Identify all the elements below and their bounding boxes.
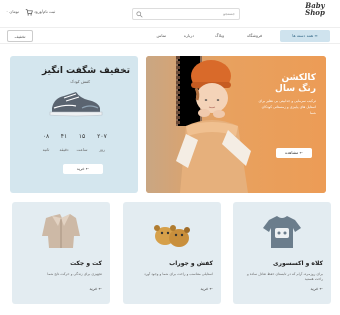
promo-buy-button[interactable]: خرید ← xyxy=(63,164,103,174)
card-title: کلاه و اکسسوری xyxy=(273,260,323,267)
page: Baby Shop جستجو ۰ تومان ثبت نام/ورود همه… xyxy=(0,0,340,315)
account-link[interactable]: ثبت نام/ورود xyxy=(34,9,55,14)
nav-item-contact[interactable]: تماس xyxy=(156,33,166,38)
booties-image xyxy=(154,225,190,247)
card-title: کفش و جوراب xyxy=(169,260,213,267)
cart-icon[interactable] xyxy=(25,8,33,16)
card-description: تجهیزی برای زندگی و حرکت دلخ شما xyxy=(47,272,102,276)
arrow-left-icon: ← xyxy=(98,286,102,291)
hero-button-label: مشاهده xyxy=(285,150,299,155)
hero-view-button[interactable]: مشاهده ← xyxy=(276,148,312,158)
nav-item-about[interactable]: درباره xyxy=(184,33,194,38)
cart-total[interactable]: ۰ تومان xyxy=(6,9,19,14)
card-buy-label: خرید xyxy=(89,286,98,291)
card-buy-link[interactable]: خرید ← xyxy=(310,286,323,291)
arrow-left-icon: ← xyxy=(85,166,90,171)
countdown-minutes-label: دقیقه xyxy=(59,147,69,152)
logo-line2: Shop xyxy=(305,8,325,17)
countdown-hours-label: ساعت xyxy=(76,147,88,152)
discount-button[interactable]: تخفیف xyxy=(7,30,33,42)
nav-item-shop[interactable]: فروشگاه xyxy=(247,33,262,38)
hero-title: کالکشن رنگ سال xyxy=(256,73,316,95)
card-buy-label: خرید xyxy=(310,286,319,291)
search-input[interactable]: جستجو xyxy=(132,8,240,20)
category-card-shoes[interactable]: کفش و جوراب استایلی متناسب و راحت برای ش… xyxy=(123,202,221,304)
tshirt-image xyxy=(263,216,301,248)
countdown-days-label: روز xyxy=(99,147,105,152)
hero-title-line2: رنگ سال xyxy=(275,84,316,94)
main-nav: همه دسته ها ≡ فروشگاه وبلاگ درباره تماس … xyxy=(0,27,340,44)
countdown-minutes-value: ۴۱ xyxy=(60,133,68,140)
countdown-hours-value: ۱۵ xyxy=(78,133,86,140)
card-description: استایلی متناسب و راحت برای شما و وجود آو… xyxy=(144,272,213,276)
card-title: کت و جکت xyxy=(70,260,102,267)
top-header: Baby Shop جستجو ۰ تومان ثبت نام/ورود xyxy=(0,0,340,26)
hero-title-line1: کالکشن xyxy=(281,73,316,83)
jacket-image xyxy=(42,214,80,248)
card-buy-label: خرید xyxy=(200,286,209,291)
arrow-left-icon: ← xyxy=(209,286,213,291)
promo-title: تخفیف شگفت انگیز xyxy=(41,66,130,76)
nav-item-blog[interactable]: وبلاگ xyxy=(215,33,224,38)
card-buy-link[interactable]: خرید ← xyxy=(89,286,102,291)
menu-icon: ≡ xyxy=(314,33,318,38)
hero-description: ترکیب سرمایی و جذابیتی بی نظیر برای استا… xyxy=(258,99,316,115)
promo-card: تخفیف شگفت انگیز کفش کودک ۲۰۷ ۱۵ ۴۱ ۰۸ ر… xyxy=(10,56,138,193)
hero-child-image xyxy=(176,56,251,193)
categories-label: همه دسته ها xyxy=(292,33,314,38)
promo-button-label: خرید xyxy=(76,166,85,171)
card-description: برای روزمره، آرام که در تابستان حفظ تعاد… xyxy=(246,272,323,281)
arrow-left-icon: ← xyxy=(299,150,303,155)
sneaker-image xyxy=(49,92,103,117)
category-card-hats[interactable]: کلاه و اکسسوری برای روزمره، آرام که در ت… xyxy=(233,202,331,304)
arrow-left-icon: ← xyxy=(319,286,323,291)
logo[interactable]: Baby Shop xyxy=(300,2,330,25)
categories-button[interactable]: همه دسته ها ≡ xyxy=(280,30,330,42)
hero-banner: کالکشن رنگ سال ترکیب سرمایی و جذابیتی بی… xyxy=(146,56,326,193)
search-placeholder: جستجو xyxy=(223,11,235,16)
search-icon[interactable] xyxy=(136,11,143,18)
countdown-days-value: ۲۰۷ xyxy=(97,133,107,140)
countdown-seconds-label: ثانیه xyxy=(42,147,50,152)
category-card-jackets[interactable]: کت و جکت تجهیزی برای زندگی و حرکت دلخ شم… xyxy=(12,202,110,304)
countdown-seconds-value: ۰۸ xyxy=(42,133,50,140)
card-buy-link[interactable]: خرید ← xyxy=(200,286,213,291)
